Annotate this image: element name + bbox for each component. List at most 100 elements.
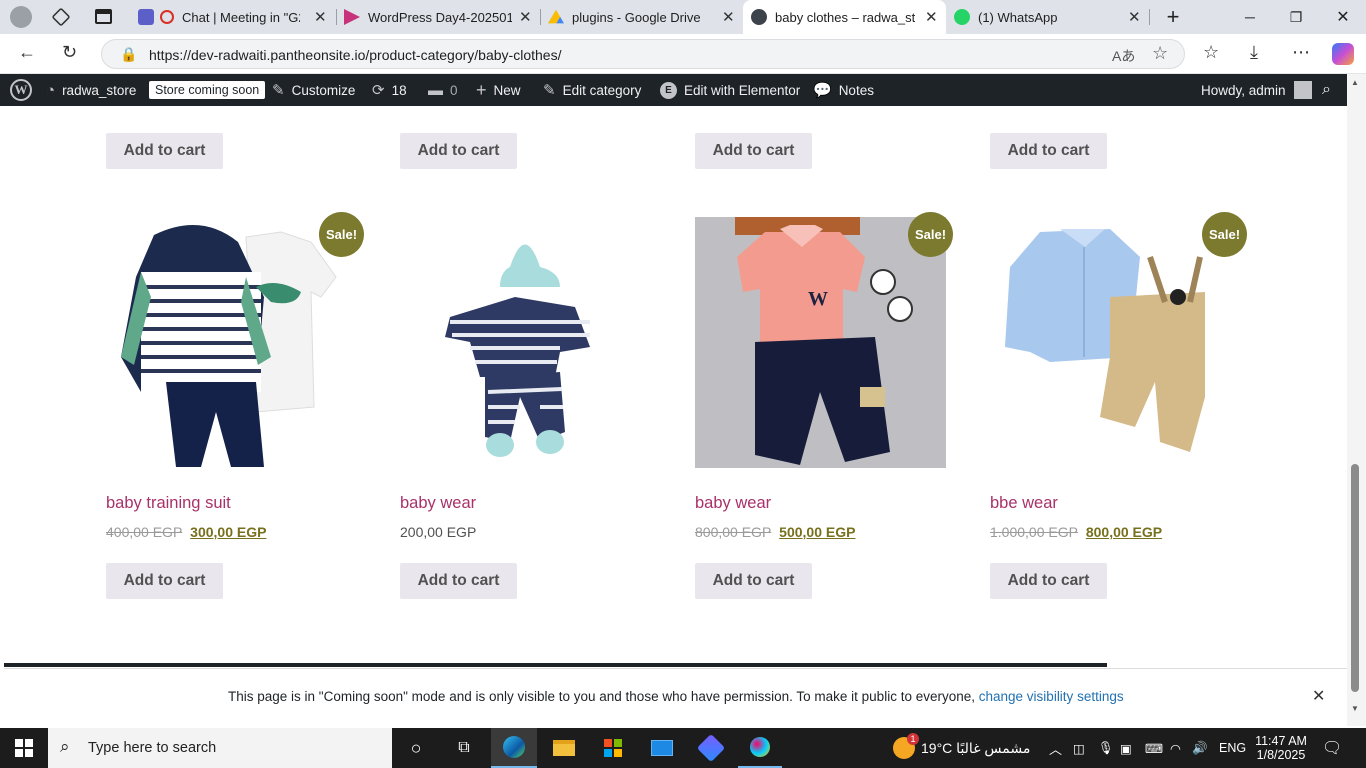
input-method-icon[interactable]: ⌨ bbox=[1145, 728, 1163, 768]
read-aloud-icon[interactable]: Aあ bbox=[1112, 46, 1135, 66]
add-to-cart-button[interactable]: Add to cart bbox=[695, 133, 812, 169]
close-notice-icon[interactable]: ✕ bbox=[1312, 686, 1325, 706]
restore-button[interactable]: ❐ bbox=[1273, 0, 1319, 34]
file-explorer-icon[interactable] bbox=[542, 728, 586, 768]
add-to-cart-button[interactable]: Add to cart bbox=[106, 563, 223, 599]
url-field[interactable]: 🔒 https://dev-radwaiti.pantheonsite.io/p… bbox=[101, 39, 1185, 69]
product-name-link[interactable]: baby wear bbox=[695, 494, 771, 513]
edit-elementor-link[interactable]: E Edit with Elementor bbox=[660, 74, 800, 106]
volume-icon[interactable]: 🔊 bbox=[1192, 728, 1208, 768]
product-image[interactable] bbox=[400, 217, 651, 468]
product-image[interactable] bbox=[106, 217, 357, 468]
page-scrollbar[interactable]: ▲ ▼ bbox=[1347, 74, 1366, 726]
close-icon[interactable]: ✕ bbox=[1128, 8, 1141, 26]
back-button[interactable]: ← bbox=[18, 42, 36, 63]
notifications-icon[interactable]: 🗨 bbox=[1322, 728, 1342, 768]
new-content-link[interactable]: + New bbox=[476, 74, 521, 106]
coming-soon-notice: This page is in "Coming soon" mode and i… bbox=[4, 668, 1347, 724]
cortana-icon[interactable]: ○ bbox=[396, 728, 436, 768]
reload-button[interactable]: ↻ bbox=[62, 42, 77, 63]
notes-icon: 💬 bbox=[813, 82, 832, 99]
sale-price: 300,00 EGP bbox=[190, 524, 267, 540]
more-menu-icon[interactable]: ⋯ bbox=[1292, 42, 1310, 63]
search-placeholder: Type here to search bbox=[88, 740, 217, 756]
wifi-icon[interactable]: ◠ bbox=[1170, 728, 1181, 768]
profile-icon[interactable] bbox=[10, 6, 32, 28]
favorite-star-icon[interactable]: ☆ bbox=[1152, 43, 1168, 64]
change-visibility-link[interactable]: change visibility settings bbox=[979, 689, 1124, 704]
tab-title: (1) WhatsApp bbox=[978, 9, 1058, 25]
edit-category-link[interactable]: ✎ Edit category bbox=[543, 74, 641, 106]
app-icon[interactable] bbox=[689, 728, 733, 768]
recording-icon bbox=[160, 10, 174, 24]
product-name-link[interactable]: bbe wear bbox=[990, 494, 1058, 513]
tab-teams-chat[interactable]: Chat | Meeting in "G2 ✕ bbox=[131, 0, 335, 34]
store-coming-soon-badge[interactable]: Store coming soon bbox=[149, 74, 266, 106]
close-window-button[interactable]: ✕ bbox=[1320, 0, 1366, 34]
product-name-link[interactable]: baby training suit bbox=[106, 494, 231, 513]
lock-icon[interactable]: 🔒 bbox=[120, 46, 137, 63]
add-to-cart-button[interactable]: Add to cart bbox=[400, 133, 517, 169]
product-image[interactable]: W bbox=[695, 217, 946, 468]
close-icon[interactable]: ✕ bbox=[314, 8, 327, 26]
account-menu[interactable]: Howdy, admin bbox=[1201, 74, 1312, 106]
language-indicator[interactable]: ENG bbox=[1219, 728, 1246, 768]
workspaces-icon[interactable] bbox=[51, 7, 71, 27]
add-to-cart-button[interactable]: Add to cart bbox=[695, 563, 812, 599]
tab-title: Chat | Meeting in "G2 bbox=[182, 9, 300, 25]
scroll-down-icon[interactable]: ▼ bbox=[1351, 704, 1359, 713]
customize-link[interactable]: ✎ Customize bbox=[272, 74, 355, 106]
add-to-cart-button[interactable]: Add to cart bbox=[990, 563, 1107, 599]
add-to-cart-button[interactable]: Add to cart bbox=[106, 133, 223, 169]
customize-label: Customize bbox=[291, 82, 356, 98]
tab-wordpress-day4[interactable]: WordPress Day4-20250108 ✕ bbox=[340, 0, 539, 34]
elementor-label: Edit with Elementor bbox=[684, 82, 801, 98]
paint-icon[interactable] bbox=[738, 728, 782, 768]
task-view-icon[interactable]: ⧉ bbox=[444, 728, 484, 768]
search-icon[interactable]: ⌕ bbox=[1322, 74, 1331, 106]
browser-tab-bar: Chat | Meeting in "G2 ✕ WordPress Day4-2… bbox=[0, 0, 1366, 34]
site-name-link[interactable]: ◔ radwa_store bbox=[46, 74, 136, 106]
close-icon[interactable]: ✕ bbox=[722, 8, 735, 26]
tab-whatsapp[interactable]: (1) WhatsApp ✕ bbox=[948, 0, 1148, 34]
clock[interactable]: 11:47 AM 1/8/2025 bbox=[1255, 728, 1307, 768]
notes-link[interactable]: 💬 Notes bbox=[813, 74, 874, 106]
tab-actions-icon[interactable] bbox=[95, 9, 112, 24]
tab-google-drive[interactable]: plugins - Google Drive ✕ bbox=[544, 0, 742, 34]
tab-baby-clothes[interactable]: baby clothes – radwa_store ✕ bbox=[743, 0, 946, 34]
brush-icon: ✎ bbox=[272, 82, 285, 99]
downloads-icon[interactable]: ⤓ bbox=[1250, 42, 1258, 63]
add-to-cart-button[interactable]: Add to cart bbox=[990, 133, 1107, 169]
screen-icon[interactable]: ▣ bbox=[1120, 728, 1132, 768]
whatsapp-icon bbox=[954, 9, 970, 25]
store-icon[interactable] bbox=[591, 728, 635, 768]
weather-alert-badge: 1 bbox=[907, 733, 919, 745]
comments-link[interactable]: ▬ 0 bbox=[428, 74, 458, 106]
close-icon[interactable]: ✕ bbox=[925, 8, 938, 26]
tab-title: WordPress Day4-20250108 bbox=[368, 9, 512, 25]
close-icon[interactable]: ✕ bbox=[519, 8, 532, 26]
favorites-icon[interactable]: ☆ bbox=[1203, 42, 1219, 63]
microphone-icon[interactable]: 🎙 bbox=[1098, 728, 1114, 768]
minimize-button[interactable]: ─ bbox=[1227, 0, 1273, 34]
edit-category-label: Edit category bbox=[562, 82, 642, 98]
scrollbar-thumb[interactable] bbox=[1351, 464, 1359, 692]
sale-price: 800,00 EGP bbox=[1085, 524, 1163, 540]
new-tab-button[interactable]: + bbox=[1150, 0, 1196, 34]
scroll-up-icon[interactable]: ▲ bbox=[1351, 78, 1359, 87]
meet-now-icon[interactable]: ◫ bbox=[1073, 728, 1085, 768]
updates-link[interactable]: ⟳ 18 bbox=[372, 74, 407, 106]
show-hidden-icons[interactable]: ︿ bbox=[1049, 728, 1062, 768]
edge-taskbar-icon[interactable] bbox=[491, 728, 537, 768]
weather-widget[interactable]: 1 19°C مشمس غالبًا bbox=[893, 728, 1030, 768]
add-to-cart-button[interactable]: Add to cart bbox=[400, 563, 517, 599]
mail-icon[interactable] bbox=[640, 728, 684, 768]
taskbar-search[interactable]: ⌕ Type here to search bbox=[48, 728, 392, 768]
copilot-icon[interactable] bbox=[1332, 43, 1354, 65]
product-price: 400,00 EGP 300,00 EGP bbox=[106, 524, 266, 540]
product-image[interactable] bbox=[990, 217, 1241, 468]
product-name-link[interactable]: baby wear bbox=[400, 494, 476, 513]
start-button[interactable] bbox=[0, 728, 48, 768]
wp-logo-icon[interactable]: W bbox=[10, 74, 32, 106]
avatar bbox=[1293, 81, 1312, 99]
